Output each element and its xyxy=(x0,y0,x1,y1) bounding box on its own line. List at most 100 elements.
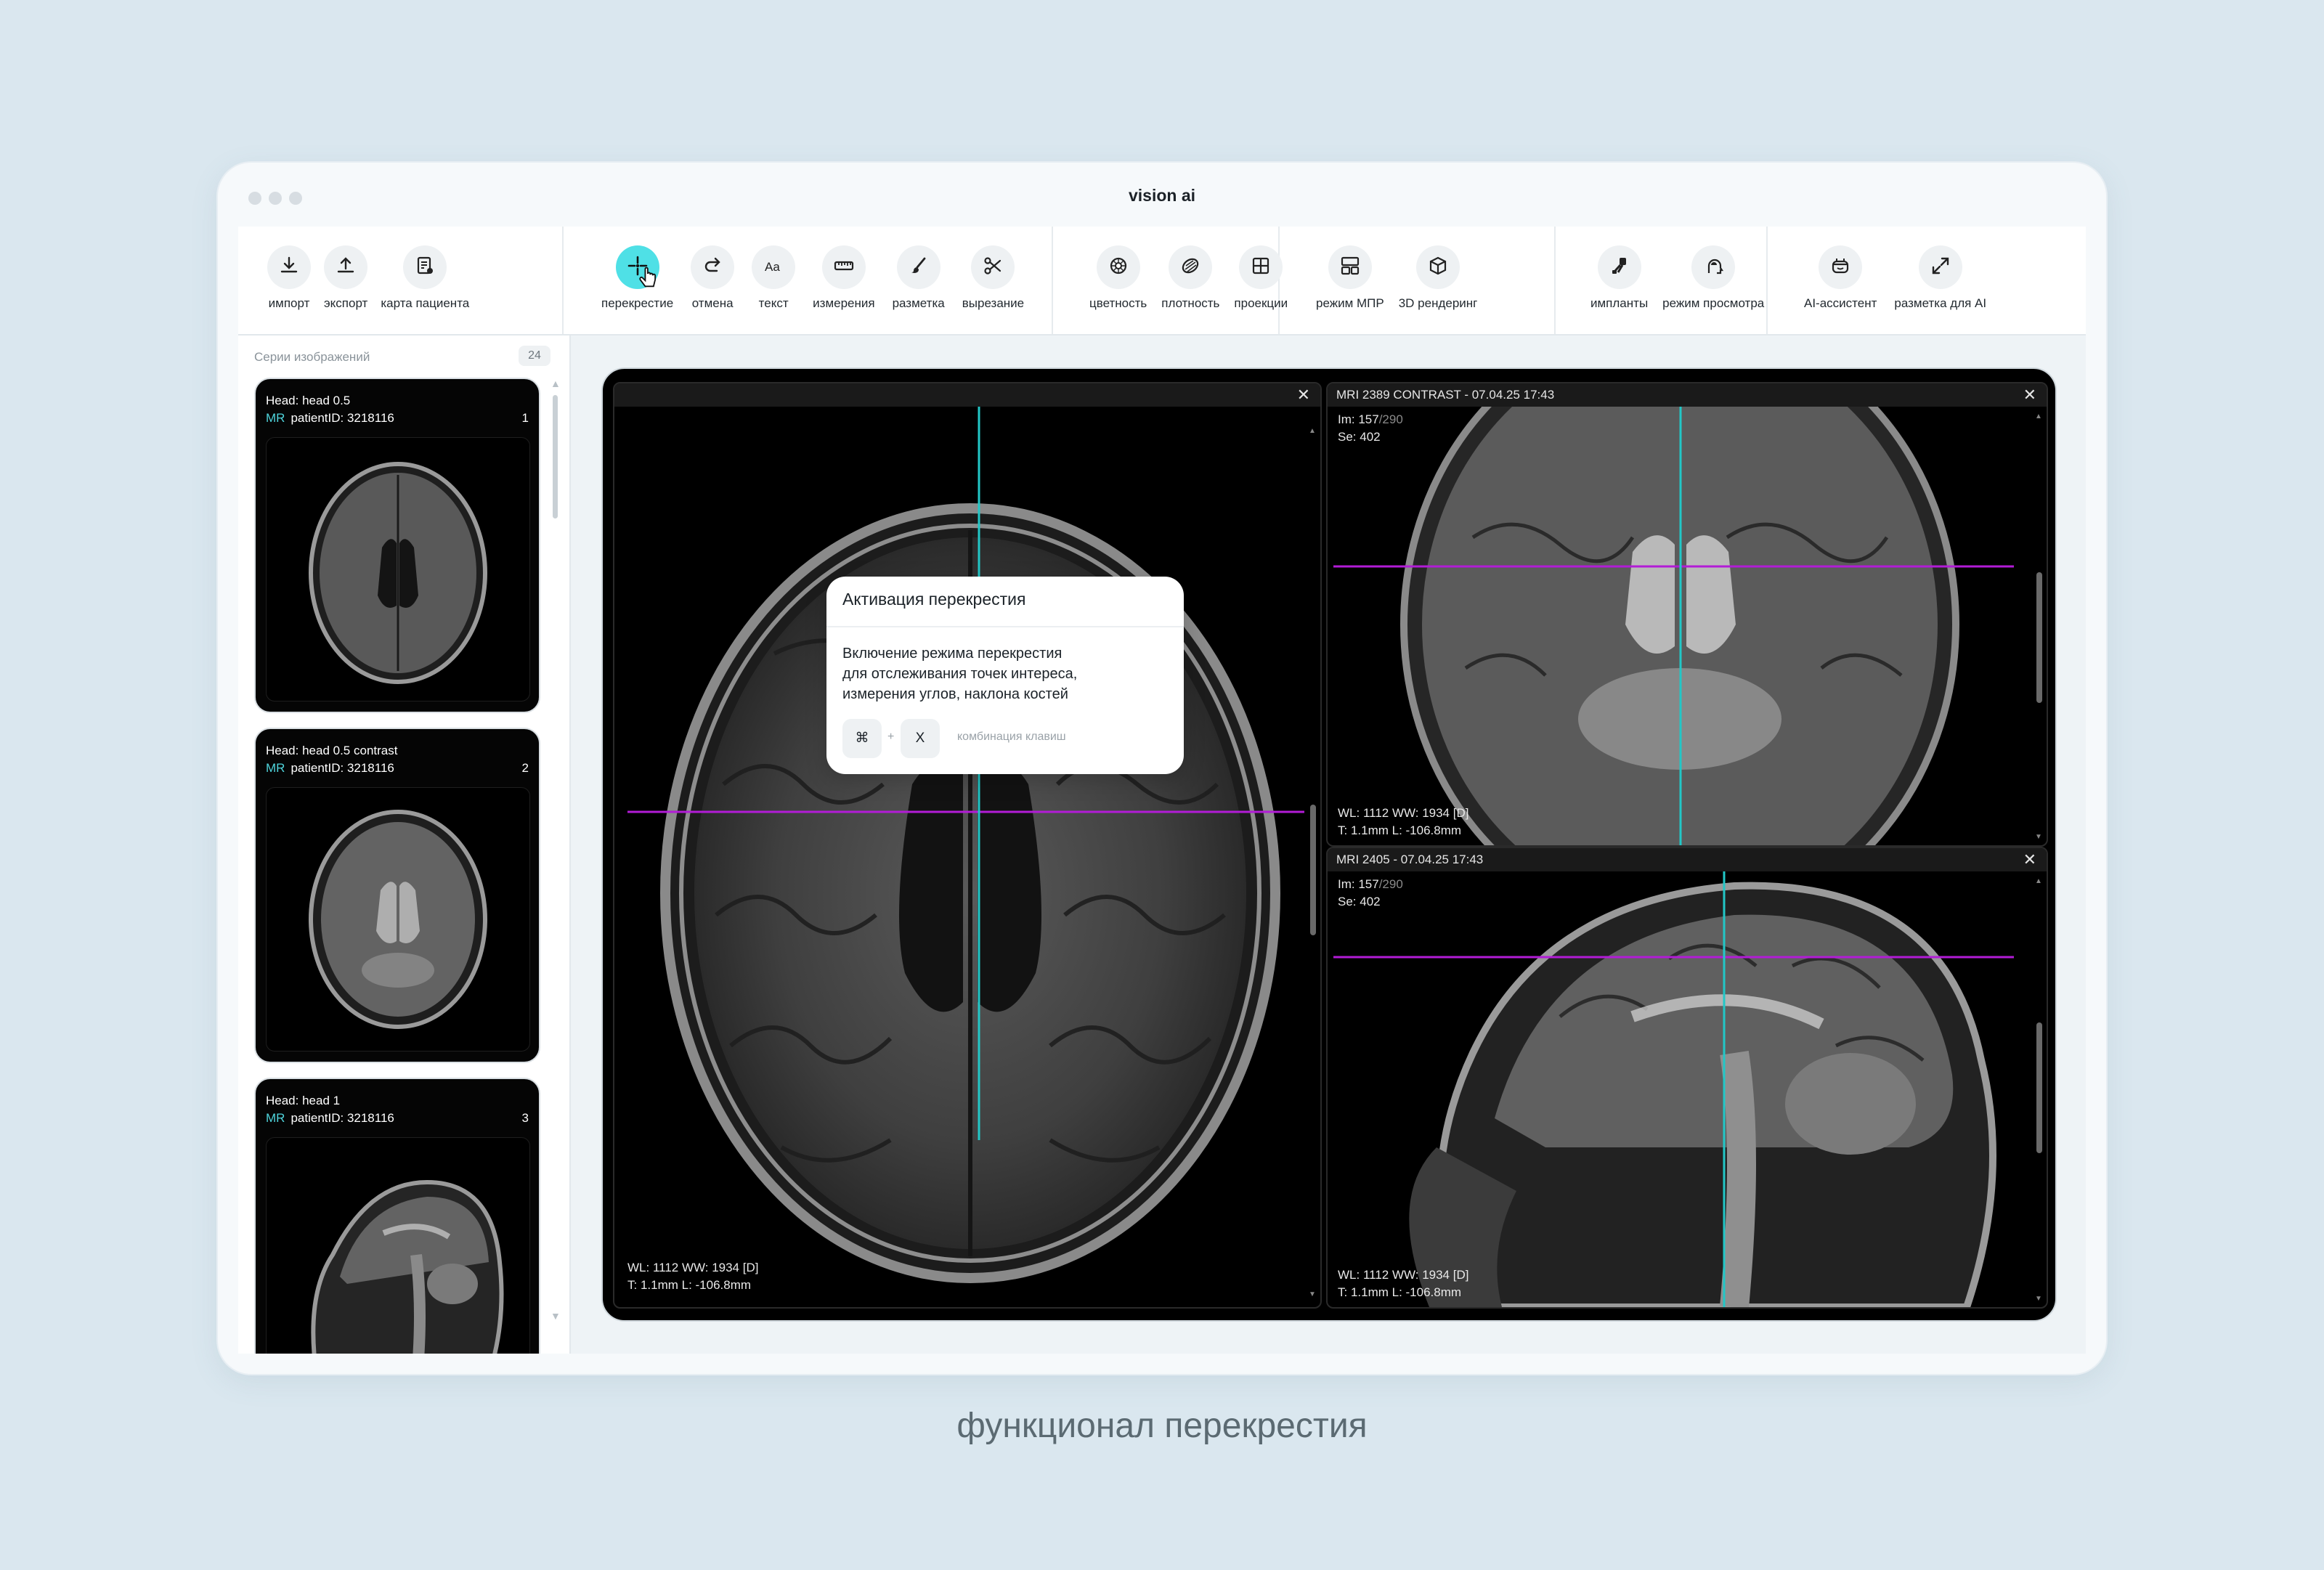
toolbar-label: разметка xyxy=(892,296,945,310)
series-thumbnail[interactable] xyxy=(266,1137,530,1354)
close-icon[interactable]: ✕ xyxy=(2023,383,2036,407)
toolbar-implants-button[interactable]: импланты xyxy=(1590,227,1648,311)
toolbar-ai-button[interactable]: AI-ассистент xyxy=(1804,227,1877,311)
app-window: vision ai импорт экспорт карта пациента пер… xyxy=(218,163,2106,1374)
toolbar-cut-button[interactable]: вырезание xyxy=(962,227,1024,311)
toolbar-separator xyxy=(1052,227,1053,334)
tooltip-divider xyxy=(826,626,1184,627)
series-sidebar: Серии изображений 24 Head: head 0.5 MR pat… xyxy=(238,335,571,1354)
brush-icon xyxy=(907,254,930,281)
sidebar-scrollbar[interactable]: ▲ ▼ xyxy=(550,378,561,1322)
download-icon xyxy=(277,254,301,281)
mri-image-axial-contrast[interactable] xyxy=(1328,383,2047,845)
series-number: 3 xyxy=(521,1111,529,1125)
tooltip-line: измерения углов, наклона костей xyxy=(842,686,1068,702)
crosshair-tooltip: Активация перекрестия Включение режима п… xyxy=(826,577,1184,774)
series-number: Se: 402 xyxy=(1338,895,1381,908)
scroll-thumb[interactable] xyxy=(2036,1022,2042,1153)
tooltip-description: Включение режима перекрестия для отслежи… xyxy=(842,643,1169,704)
redo-arrow-icon xyxy=(701,254,724,281)
toolbar-mpr-button[interactable]: режим МПР xyxy=(1316,227,1384,311)
svg-text:Aa: Aa xyxy=(765,260,780,274)
close-icon[interactable]: ✕ xyxy=(2023,848,2036,871)
toolbar-patient-button[interactable]: карта пациента xyxy=(381,227,469,311)
density-icon xyxy=(1179,254,1202,281)
scissors-icon xyxy=(981,254,1004,281)
ruler-icon xyxy=(832,254,856,281)
toolbar-render3d-button[interactable]: 3D рендеринг xyxy=(1398,227,1478,311)
series-card[interactable]: Head: head 1 MR patientID: 3218116 3 xyxy=(254,1078,540,1354)
series-card[interactable]: Head: head 0.5 MR patientID: 3218116 1 xyxy=(254,378,540,713)
toolbar-projections-button[interactable]: проекции xyxy=(1234,227,1288,311)
toolbar-label: измерения xyxy=(813,296,875,310)
viewport-main[interactable]: ✕ WL: 1112 WW: 1934 [D] T: 1.1mm L: -106… xyxy=(613,382,1322,1309)
tooltip-line: Включение режима перекрестия xyxy=(842,646,1063,662)
viewport-bottom-right-info: WL: 1112 WW: 1934 [D] T: 1.1mm L: -106.8… xyxy=(1338,1266,1468,1301)
viewport-bottom-right-image-index: Im: 157/290 Se: 402 xyxy=(1338,876,1403,911)
toolbar-label: отмена xyxy=(691,296,734,310)
scroll-down-icon[interactable]: ▼ xyxy=(2035,833,2042,841)
scroll-up-icon[interactable]: ▲ xyxy=(2035,412,2042,420)
tooltip-line: для отслеживания точек интереса, xyxy=(842,666,1078,682)
close-icon[interactable]: ✕ xyxy=(1297,383,1310,407)
viewport-bottom-right-scrollbar[interactable]: ▲ ▼ xyxy=(2035,877,2042,1303)
wl-ww-readout: WL: 1112 WW: 1934 [D] xyxy=(627,1261,759,1274)
toolbar-export-button[interactable]: экспорт xyxy=(324,227,367,311)
toolbar-ai_markup-button[interactable]: разметка для AI xyxy=(1894,227,1986,311)
scroll-down-icon[interactable]: ▼ xyxy=(550,1310,561,1322)
sidebar-scroll-thumb[interactable] xyxy=(553,395,558,518)
toolbar-group: перекрестие отмена Aa текст измерения разметк… xyxy=(601,227,1024,334)
toolbar-group: импорт экспорт карта пациента xyxy=(267,227,469,334)
scroll-up-icon[interactable]: ▲ xyxy=(550,378,561,389)
toolbar-separator xyxy=(1766,227,1768,334)
series-title: Head: head 0.5 xyxy=(266,394,351,407)
scroll-down-icon[interactable]: ▼ xyxy=(1309,1290,1316,1298)
viewport-top-right-scrollbar[interactable]: ▲ ▼ xyxy=(2035,412,2042,841)
toolbar-label: 3D рендеринг xyxy=(1398,296,1478,310)
scroll-down-icon[interactable]: ▼ xyxy=(2035,1295,2042,1303)
viewport-top-right-info: WL: 1112 WW: 1934 [D] T: 1.1mm L: -106.8… xyxy=(1338,805,1468,839)
mri-image-sagittal[interactable] xyxy=(1328,871,2047,1307)
shortcut-hint: комбинация клавиш xyxy=(957,731,1066,743)
text-aa-icon: Aa xyxy=(762,254,785,281)
scroll-up-icon[interactable]: ▲ xyxy=(2035,877,2042,885)
series-thumbnail[interactable] xyxy=(266,787,530,1052)
hand-cursor-icon xyxy=(637,267,660,294)
window-title: vision ai xyxy=(1128,186,1196,205)
scroll-up-icon[interactable]: ▲ xyxy=(1309,427,1316,435)
grid-icon xyxy=(1249,254,1272,281)
modality-badge: MR xyxy=(266,761,285,775)
toolbar-import-button[interactable]: импорт xyxy=(267,227,311,311)
viewport-bottom-right[interactable]: MRI 2405 - 07.04.25 17:43 ✕ Im: 157/290 … xyxy=(1326,847,2048,1309)
thickness-location-readout: T: 1.1mm L: -106.8mm xyxy=(1338,823,1462,837)
expand-icon xyxy=(1929,254,1952,281)
main-mri-image[interactable] xyxy=(614,407,1320,1307)
toolbar-group: режим МПР 3D рендеринг xyxy=(1316,227,1477,334)
toolbar-markup-button[interactable]: разметка xyxy=(893,227,945,311)
toolbar-label: AI-ассистент xyxy=(1804,296,1877,310)
patient-card-icon xyxy=(413,254,436,281)
toolbar-text-button[interactable]: Aa текст xyxy=(752,227,796,311)
viewport-top-right[interactable]: MRI 2389 CONTRAST - 07.04.25 17:43 ✕ Im:… xyxy=(1326,382,2048,847)
toolbar-label: цветность xyxy=(1089,296,1147,310)
scroll-thumb[interactable] xyxy=(2036,572,2042,703)
app-body: импорт экспорт карта пациента перекрестие от… xyxy=(238,227,2086,1354)
toolbar-group: цветность плотность проекции xyxy=(1089,227,1288,334)
series-title: Head: head 1 xyxy=(266,1094,341,1107)
toolbar-separator xyxy=(1554,227,1556,334)
toolbar-density-button[interactable]: плотность xyxy=(1161,227,1219,311)
viewport-top-right-image-index: Im: 157/290 Se: 402 xyxy=(1338,411,1403,446)
viewport-main-scrollbar[interactable]: ▲ ▼ xyxy=(1309,427,1316,1298)
toolbar-label: экспорт xyxy=(324,296,368,310)
series-card[interactable]: Head: head 0.5 contrast MR patientID: 3218… xyxy=(254,728,540,1063)
toolbar-viewmode-button[interactable]: режим просмотра xyxy=(1662,227,1764,311)
toolbar-crosshair-button[interactable]: перекрестие xyxy=(601,227,673,311)
toolbar-undo-button[interactable]: отмена xyxy=(691,227,735,311)
series-number: 1 xyxy=(521,411,529,425)
cube-icon xyxy=(1426,254,1450,281)
toolbar-label: вырезание xyxy=(962,296,1025,310)
toolbar-measure-button[interactable]: измерения xyxy=(813,227,875,311)
series-thumbnail[interactable] xyxy=(266,437,530,701)
toolbar-color-button[interactable]: цветность xyxy=(1089,227,1147,311)
scroll-thumb[interactable] xyxy=(1310,805,1316,935)
